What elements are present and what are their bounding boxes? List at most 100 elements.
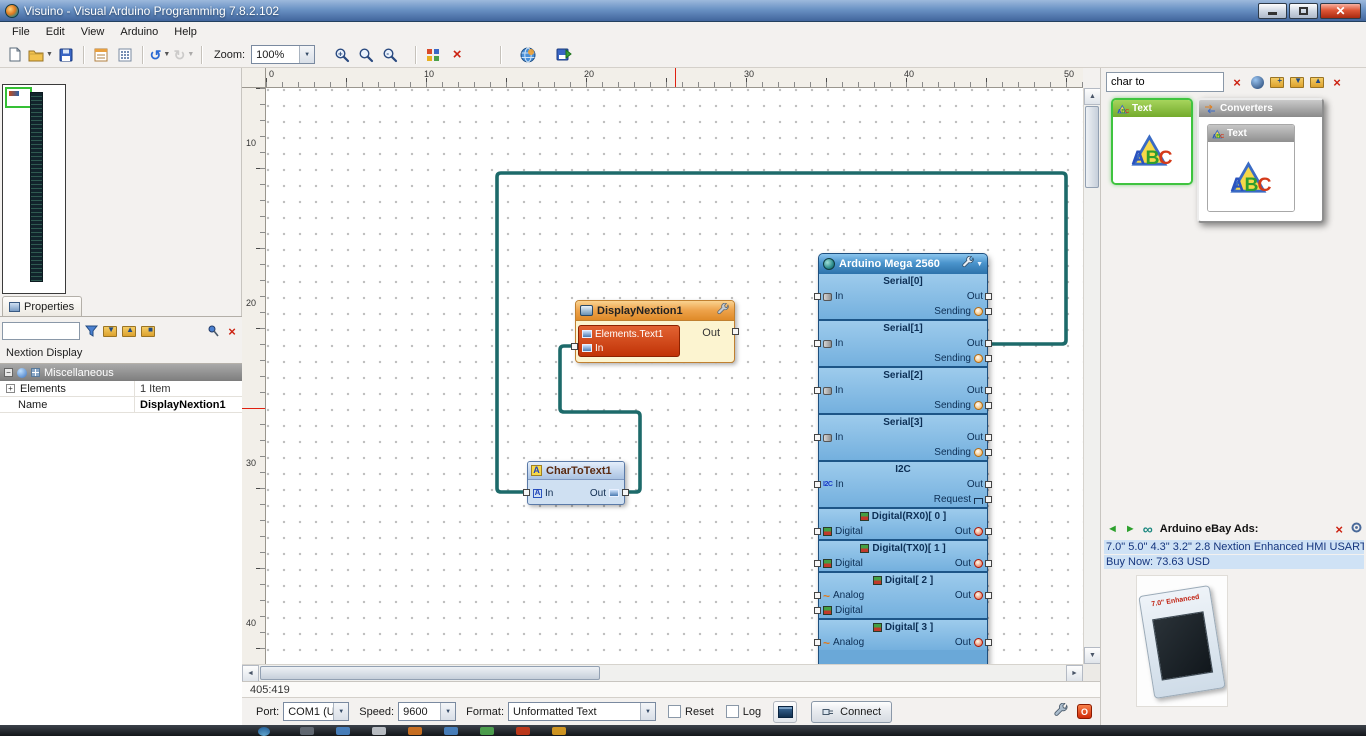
toggle-grid-button[interactable] (114, 44, 136, 66)
filter-icon[interactable] (83, 323, 99, 339)
taskbar-button[interactable] (480, 727, 494, 735)
reset-checkbox[interactable] (668, 705, 681, 718)
menu-item-help[interactable]: Help (166, 24, 205, 40)
clear-search-icon[interactable]: × (1229, 74, 1245, 90)
property-group-header[interactable]: − Miscellaneous (0, 364, 242, 381)
menu-item-file[interactable]: File (4, 24, 38, 40)
pin-connector[interactable] (985, 355, 992, 362)
zoom-reset-button[interactable] (355, 44, 377, 66)
pin-connector[interactable] (985, 639, 992, 646)
speed-combobox[interactable]: 9600 ▼ (398, 702, 456, 721)
wrench-icon[interactable] (717, 303, 730, 319)
pin-connector[interactable] (985, 434, 992, 441)
element-text1[interactable]: Elements.Text1 In (578, 325, 680, 357)
taskbar-button[interactable] (516, 727, 530, 735)
taskbar-button[interactable] (300, 727, 314, 735)
redo-dropdown-icon[interactable]: ▼ (187, 51, 194, 58)
component-result-text[interactable]: ABC Text ABC (1111, 98, 1193, 185)
serial-terminal-button[interactable] (773, 701, 797, 723)
connect-button[interactable]: Connect (811, 701, 892, 723)
log-checkbox[interactable] (726, 705, 739, 718)
pin-connector[interactable] (814, 481, 821, 488)
open-project-button[interactable]: ▼ (28, 44, 53, 66)
pin-connector[interactable] (985, 481, 992, 488)
menu-item-view[interactable]: View (73, 24, 113, 40)
pin-connector[interactable] (814, 639, 821, 646)
undo-dropdown-icon[interactable]: ▼ (163, 51, 170, 58)
scroll-down-button[interactable]: ▼ (1084, 647, 1101, 664)
pin-panel-icon[interactable] (205, 323, 221, 339)
taskbar-button[interactable] (408, 727, 422, 735)
chartotext-in-pin[interactable] (523, 489, 530, 496)
taskbar-button[interactable] (336, 727, 350, 735)
design-canvas[interactable]: DisplayNextion1 Elements.Text1 In Out A … (266, 88, 1083, 664)
toggle-properties-panel-button[interactable] (90, 44, 112, 66)
taskbar-button[interactable] (372, 727, 386, 735)
display-block-header[interactable]: DisplayNextion1 (576, 301, 734, 321)
pin-connector[interactable] (814, 340, 821, 347)
maximize-button[interactable] (1289, 3, 1318, 19)
close-component-panel-icon[interactable]: × (1329, 74, 1345, 90)
pin-connector[interactable] (814, 560, 821, 567)
expand-all-icon[interactable]: ▼ (102, 323, 118, 339)
upload-to-arduino-button[interactable] (553, 44, 575, 66)
zoom-out-button[interactable]: - (379, 44, 401, 66)
close-properties-icon[interactable]: × (224, 323, 240, 339)
pin-connector[interactable] (985, 449, 992, 456)
arrange-components-button[interactable] (422, 44, 444, 66)
pin-connector[interactable] (985, 528, 992, 535)
zoom-in-button[interactable]: + (331, 44, 353, 66)
pin-connector[interactable] (985, 560, 992, 567)
tools-icon[interactable] (1054, 703, 1069, 721)
block-arduino-mega-2560[interactable]: Arduino Mega 2560 ▼ Serial[0]InOutSendin… (818, 253, 988, 664)
block-displaynextion1[interactable]: DisplayNextion1 Elements.Text1 In Out (575, 300, 735, 363)
component-converters-text[interactable]: ABC Text ABC (1207, 124, 1295, 212)
wrench-icon[interactable] (962, 256, 975, 272)
visuino-web-button[interactable] (517, 44, 539, 66)
pin-connector[interactable] (985, 402, 992, 409)
minimize-button[interactable] (1258, 3, 1287, 19)
combo-arrow-icon[interactable]: ▼ (440, 703, 455, 720)
pin-connector[interactable] (814, 528, 821, 535)
pin-connector[interactable] (985, 592, 992, 599)
category-converters[interactable]: Converters ABC Text ABC (1197, 98, 1324, 223)
ads-settings-icon[interactable] (1350, 521, 1363, 537)
port-combobox[interactable]: COM1 (U ▼ (283, 702, 349, 721)
block-chartotext1[interactable]: A CharToText1 A In Out (527, 461, 625, 505)
taskbar-button[interactable] (552, 727, 566, 735)
scroll-right-button[interactable]: ► (1066, 665, 1083, 682)
property-row-name[interactable]: NameDisplayNextion1 (0, 397, 242, 413)
expand-categories-icon[interactable]: ▼ (1289, 74, 1305, 90)
scroll-left-button[interactable]: ◄ (242, 665, 259, 682)
category-header[interactable]: Converters (1199, 100, 1322, 117)
import-components-icon[interactable]: + (1269, 74, 1285, 90)
delete-selected-button[interactable]: × (446, 44, 468, 66)
collapse-group-icon[interactable]: − (4, 368, 13, 377)
save-project-button[interactable] (55, 44, 77, 66)
combo-arrow-icon[interactable]: ▼ (333, 703, 348, 720)
pin-connector[interactable] (814, 434, 821, 441)
tab-properties[interactable]: Properties (2, 296, 82, 317)
new-project-button[interactable] (4, 44, 26, 66)
redo-button[interactable]: ↻▼ (173, 44, 195, 66)
chartotext-header[interactable]: A CharToText1 (528, 462, 624, 480)
pin-connector[interactable] (985, 308, 992, 315)
pin-connector[interactable] (985, 293, 992, 300)
pin-connector[interactable] (814, 592, 821, 599)
collapse-all-icon[interactable]: ▲ (121, 323, 137, 339)
pin-connector[interactable] (985, 496, 992, 503)
ad-price-link[interactable]: Buy Now: 73.63 USD (1104, 555, 1364, 569)
next-ad-icon[interactable]: ► (1125, 524, 1136, 535)
project-overview-thumbnail[interactable] (2, 84, 66, 294)
start-button[interactable] (258, 727, 270, 736)
combo-arrow-icon[interactable]: ▼ (640, 703, 655, 720)
menu-item-arduino[interactable]: Arduino (112, 24, 166, 40)
property-row-elements[interactable]: +Elements1 Item (0, 381, 242, 397)
pin-connector[interactable] (814, 387, 821, 394)
component-search-input[interactable] (1106, 72, 1224, 92)
horizontal-scroll-thumb[interactable] (260, 666, 600, 680)
scroll-up-button[interactable]: ▲ (1084, 88, 1101, 105)
arduino-header[interactable]: Arduino Mega 2560 ▼ (819, 254, 987, 274)
search-options-icon[interactable] (1249, 74, 1265, 90)
taskbar[interactable] (0, 725, 1366, 736)
